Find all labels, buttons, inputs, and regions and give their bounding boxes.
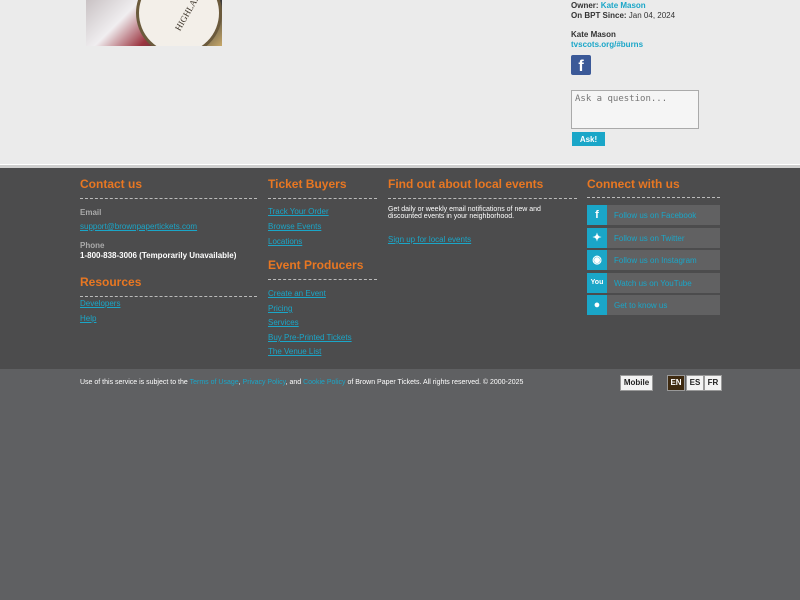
phone-label: Phone bbox=[80, 241, 105, 250]
ticket-buyers-heading: Ticket Buyers bbox=[268, 177, 347, 191]
browse-events-link[interactable]: Browse Events bbox=[268, 222, 321, 231]
bpt-icon: ● bbox=[587, 295, 607, 315]
track-order-link[interactable]: Track Your Order bbox=[268, 207, 329, 216]
contact-website-link[interactable]: tvscots.org/#burns bbox=[571, 40, 643, 49]
connect-heading: Connect with us bbox=[587, 177, 680, 191]
services-link[interactable]: Services bbox=[268, 318, 299, 327]
facebook-share-icon[interactable]: f bbox=[571, 55, 591, 75]
facebook-follow-label: Follow us on Facebook bbox=[614, 211, 697, 220]
ticket-buyers-divider bbox=[268, 198, 377, 199]
ask-question-input[interactable] bbox=[571, 90, 699, 129]
contact-heading: Contact us bbox=[80, 177, 143, 191]
signup-local-events-link[interactable]: Sign up for local events bbox=[388, 235, 471, 244]
support-email-link[interactable]: support@brownpapertickets.com bbox=[80, 222, 197, 231]
mobile-button[interactable]: Mobile bbox=[620, 375, 653, 391]
local-events-heading: Find out about local events bbox=[388, 177, 544, 191]
legal-prefix: Use of this service is subject to the bbox=[80, 379, 188, 386]
locations-link[interactable]: Locations bbox=[268, 237, 302, 246]
event-producers-heading: Event Producers bbox=[268, 258, 364, 272]
since-date: Jan 04, 2024 bbox=[628, 11, 676, 20]
get-to-know-us-button[interactable]: ● Get to know us bbox=[587, 295, 720, 315]
instagram-follow-label: Follow us on Instagram bbox=[614, 256, 697, 265]
ask-button[interactable]: Ask! bbox=[572, 132, 605, 146]
since-label: On BPT Since: bbox=[571, 11, 627, 20]
get-to-know-us-label: Get to know us bbox=[614, 301, 668, 310]
youtube-follow-button[interactable]: You Watch us on YouTube bbox=[587, 273, 720, 293]
legal-suffix: of Brown Paper Tickets. All rights reser… bbox=[347, 379, 524, 386]
contact-name: Kate Mason bbox=[571, 30, 616, 39]
cookie-policy-link[interactable]: Cookie Policy bbox=[303, 379, 345, 386]
privacy-link[interactable]: Privacy Policy bbox=[243, 379, 286, 386]
lang-es-button[interactable]: ES bbox=[686, 375, 704, 391]
legal-and: , and bbox=[285, 379, 302, 386]
facebook-follow-button[interactable]: f Follow us on Facebook bbox=[587, 205, 720, 225]
owner-info: Owner: Kate Mason On BPT Since: Jan 04, … bbox=[571, 1, 675, 50]
twitter-icon: ✦ bbox=[587, 228, 607, 248]
terms-link[interactable]: Terms of Usage bbox=[190, 379, 239, 386]
instagram-icon: ◉ bbox=[587, 250, 607, 270]
local-events-desc-1: Get daily or weekly email notifications … bbox=[388, 206, 541, 213]
youtube-icon: You bbox=[587, 273, 607, 293]
lang-en-button[interactable]: EN bbox=[667, 375, 685, 391]
connect-divider bbox=[587, 197, 720, 198]
legal-notice: Use of this service is subject to the Te… bbox=[80, 379, 524, 386]
instagram-follow-button[interactable]: ◉ Follow us on Instagram bbox=[587, 250, 720, 270]
event-producers-divider bbox=[268, 279, 377, 280]
event-photo: HIGHLANDE bbox=[86, 0, 222, 46]
youtube-follow-label: Watch us on YouTube bbox=[614, 279, 692, 288]
owner-name-link[interactable]: Kate Mason bbox=[601, 1, 646, 10]
email-label: Email bbox=[80, 208, 102, 217]
page-bottom bbox=[0, 369, 800, 600]
phone-number: 1-800-838-3006 (Temporarily Unavailable) bbox=[80, 251, 237, 260]
resources-heading: Resources bbox=[80, 275, 142, 289]
contact-divider bbox=[80, 198, 257, 199]
twitter-follow-label: Follow us on Twitter bbox=[614, 234, 685, 243]
venue-list-link[interactable]: The Venue List bbox=[268, 347, 321, 356]
twitter-follow-button[interactable]: ✦ Follow us on Twitter bbox=[587, 228, 720, 248]
lang-fr-button[interactable]: FR bbox=[704, 375, 722, 391]
owner-label: Owner: bbox=[571, 1, 599, 10]
help-link[interactable]: Help bbox=[80, 314, 96, 323]
create-event-link[interactable]: Create an Event bbox=[268, 289, 326, 298]
developers-link[interactable]: Developers bbox=[80, 299, 120, 308]
local-events-divider bbox=[388, 198, 577, 199]
local-events-desc-2: discounted events in your neighborhood. bbox=[388, 213, 515, 220]
facebook-icon: f bbox=[587, 205, 607, 225]
pre-printed-tickets-link[interactable]: Buy Pre-Printed Tickets bbox=[268, 333, 352, 342]
pricing-link[interactable]: Pricing bbox=[268, 304, 292, 313]
resources-divider bbox=[80, 296, 257, 297]
